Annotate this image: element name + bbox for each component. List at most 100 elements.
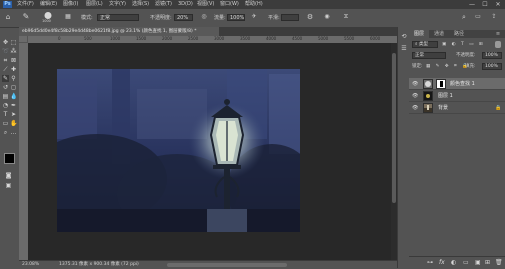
more-tools-icon[interactable]: … (10, 129, 17, 136)
close-button[interactable]: ✕ (492, 0, 504, 9)
menu-edit[interactable]: 编辑(E) (40, 1, 57, 8)
document-tab[interactable]: eb96d5dd0e4f8c58b29e4d48be0621f8.jpg @ 2… (19, 27, 219, 36)
mode-label: 模式: (81, 15, 93, 21)
layer-opacity-value: 100% (485, 53, 498, 58)
symmetry-icon[interactable]: ⧖ (342, 13, 350, 21)
opacity-field[interactable]: 20% (174, 14, 193, 21)
marquee-tool-icon[interactable]: ⬚ (10, 39, 17, 46)
lasso-tool-icon[interactable]: ➰ (2, 48, 9, 55)
healing-brush-icon[interactable]: ✚ (10, 66, 17, 73)
menu-image[interactable]: 图像(I) (63, 1, 78, 8)
home-icon[interactable]: ⌂ (4, 13, 12, 21)
menu-filter[interactable]: 滤镜(T) (155, 1, 172, 8)
search-icon[interactable]: ⌕ (460, 13, 468, 21)
filter-icons[interactable]: ▣ ◐ T ▭ ⊞ (442, 41, 485, 48)
airbrush-icon[interactable]: ✈ (250, 13, 258, 21)
menu-file[interactable]: 文件(F) (17, 1, 34, 8)
history-panel-icon[interactable]: ⟲ (400, 33, 408, 41)
menu-type[interactable]: 文字(Y) (109, 1, 126, 8)
document-tab-bar: eb96d5dd0e4f8c58b29e4d48be0621f8.jpg @ 2… (19, 27, 397, 36)
brush-settings-icon[interactable]: ▦ (64, 13, 72, 21)
opacity-value: 20% (177, 15, 189, 21)
eye-icon[interactable]: 👁 (412, 81, 418, 87)
brush-tool-icon[interactable]: ✎ (22, 12, 30, 22)
tab-channels[interactable]: 通道 (429, 30, 449, 38)
dodge-tool-icon[interactable]: ◔ (2, 102, 9, 109)
menu-window[interactable]: 窗口(W) (220, 1, 239, 8)
flow-value: 100% (230, 15, 245, 21)
path-select-icon[interactable]: ➤ (10, 111, 17, 118)
stamp-tool-icon[interactable]: ⚲ (10, 75, 17, 82)
fill-field[interactable]: 100% (482, 63, 502, 70)
layer-name[interactable]: 图层 1 (438, 90, 453, 102)
gradient-tool-icon[interactable]: ▤ (2, 93, 9, 100)
quick-select-icon[interactable]: ⁂ (10, 48, 17, 55)
screen-mode-icon[interactable]: ▣ (5, 182, 12, 189)
fx-icon[interactable]: fx (439, 259, 445, 267)
layers-panel-footer: ⊶ fx ◐ ▭ ▣ ⊞ 🗑 (409, 256, 505, 269)
foreground-color-swatch[interactable] (4, 153, 15, 164)
pressure-size-icon[interactable]: ◉ (323, 13, 331, 21)
frame-tool-icon[interactable]: ⊠ (10, 57, 17, 64)
type-tool-icon[interactable]: T (2, 111, 9, 118)
maximize-button[interactable]: ☐ (479, 0, 491, 9)
gear-icon[interactable]: ⚙ (306, 13, 314, 21)
new-layer-icon[interactable]: ⊞ (485, 259, 490, 267)
menu-help[interactable]: 帮助(H) (245, 1, 263, 8)
blend-mode-select[interactable]: 正常 (412, 52, 446, 59)
filter-toggle[interactable] (495, 41, 501, 48)
share-icon[interactable]: ⇪ (490, 13, 498, 21)
document-image[interactable] (57, 69, 300, 232)
layer-row-background[interactable]: 👁 背景 🔒 (409, 102, 505, 114)
quick-mask-icon[interactable]: ◙ (5, 172, 12, 179)
layer-kind-filter[interactable]: ⌕ 类型 (412, 41, 438, 48)
properties-panel-icon[interactable]: ☰ (400, 45, 408, 53)
ruler-tick: 2000 (162, 36, 173, 41)
eye-icon[interactable]: 👁 (412, 105, 418, 111)
menu-layer[interactable]: 图层(L) (86, 1, 103, 8)
add-mask-icon[interactable]: ◐ (451, 259, 456, 267)
layer-row-color-lookup[interactable]: 👁 颜色查找 1 (409, 78, 505, 90)
layer-name[interactable]: 颜色查找 1 (450, 78, 475, 90)
pen-tool-icon[interactable]: ✒ (10, 102, 17, 109)
adjustment-icon[interactable]: ▭ (463, 259, 469, 267)
layer-name[interactable]: 背景 (438, 102, 448, 114)
shape-tool-icon[interactable]: ▭ (2, 120, 9, 127)
scrollbar-thumb[interactable] (392, 53, 396, 203)
menu-bar: Ps 文件(F) 编辑(E) 图像(I) 图层(L) 文字(Y) 选择(S) 滤… (0, 0, 505, 9)
minimize-button[interactable]: — (466, 0, 478, 9)
trash-icon[interactable]: 🗑 (495, 259, 503, 267)
layer-opacity-field[interactable]: 100% (482, 52, 502, 59)
layer-mask-thumbnail[interactable] (436, 79, 446, 89)
crop-tool-icon[interactable]: ⌗ (2, 57, 9, 64)
tab-paths[interactable]: 路径 (449, 30, 469, 38)
tab-layers[interactable]: 图层 (409, 30, 429, 38)
menu-3d[interactable]: 3D(D) (178, 1, 193, 8)
new-group-icon[interactable]: ▣ (475, 259, 481, 267)
workspace-icon[interactable]: ▭ (474, 13, 482, 21)
pressure-opacity-icon[interactable]: ◎ (200, 13, 208, 21)
brush-tool-button[interactable]: ✎ (2, 75, 9, 82)
layer-row-layer1[interactable]: 👁 图层 1 (409, 90, 505, 102)
eyedropper-icon[interactable]: ⟋ (2, 66, 9, 73)
history-brush-icon[interactable]: ↺ (2, 84, 9, 91)
link-layers-icon[interactable]: ⊶ (427, 259, 433, 267)
blur-tool-icon[interactable]: 💧 (10, 93, 17, 100)
hand-tool-icon[interactable]: ✋ (10, 120, 17, 127)
menu-select[interactable]: 选择(S) (132, 1, 149, 8)
zoom-tool-icon[interactable]: ⌕ (2, 129, 9, 136)
brush-preset-picker[interactable]: 1000 (42, 11, 54, 23)
panel-menu-icon[interactable]: ≡ (493, 30, 503, 38)
flow-field[interactable]: 100% (227, 14, 245, 21)
kind-value: 类型 (418, 42, 428, 47)
opacity-label: 不透明度: (150, 15, 172, 21)
smoothing-field[interactable] (281, 14, 299, 21)
eye-icon[interactable]: 👁 (412, 93, 418, 99)
eraser-tool-icon[interactable]: ◻ (10, 84, 17, 91)
mode-select[interactable]: 正常 (97, 14, 139, 21)
opacity-label: 不透明度: (456, 53, 476, 58)
move-tool-icon[interactable]: ✥ (2, 39, 9, 46)
menu-view[interactable]: 视图(V) (197, 1, 214, 8)
horizontal-scrollbar-thumb[interactable] (167, 263, 287, 267)
lock-icons[interactable]: ▦ ✎ ✥ ⌗ 🔒 (426, 63, 470, 70)
